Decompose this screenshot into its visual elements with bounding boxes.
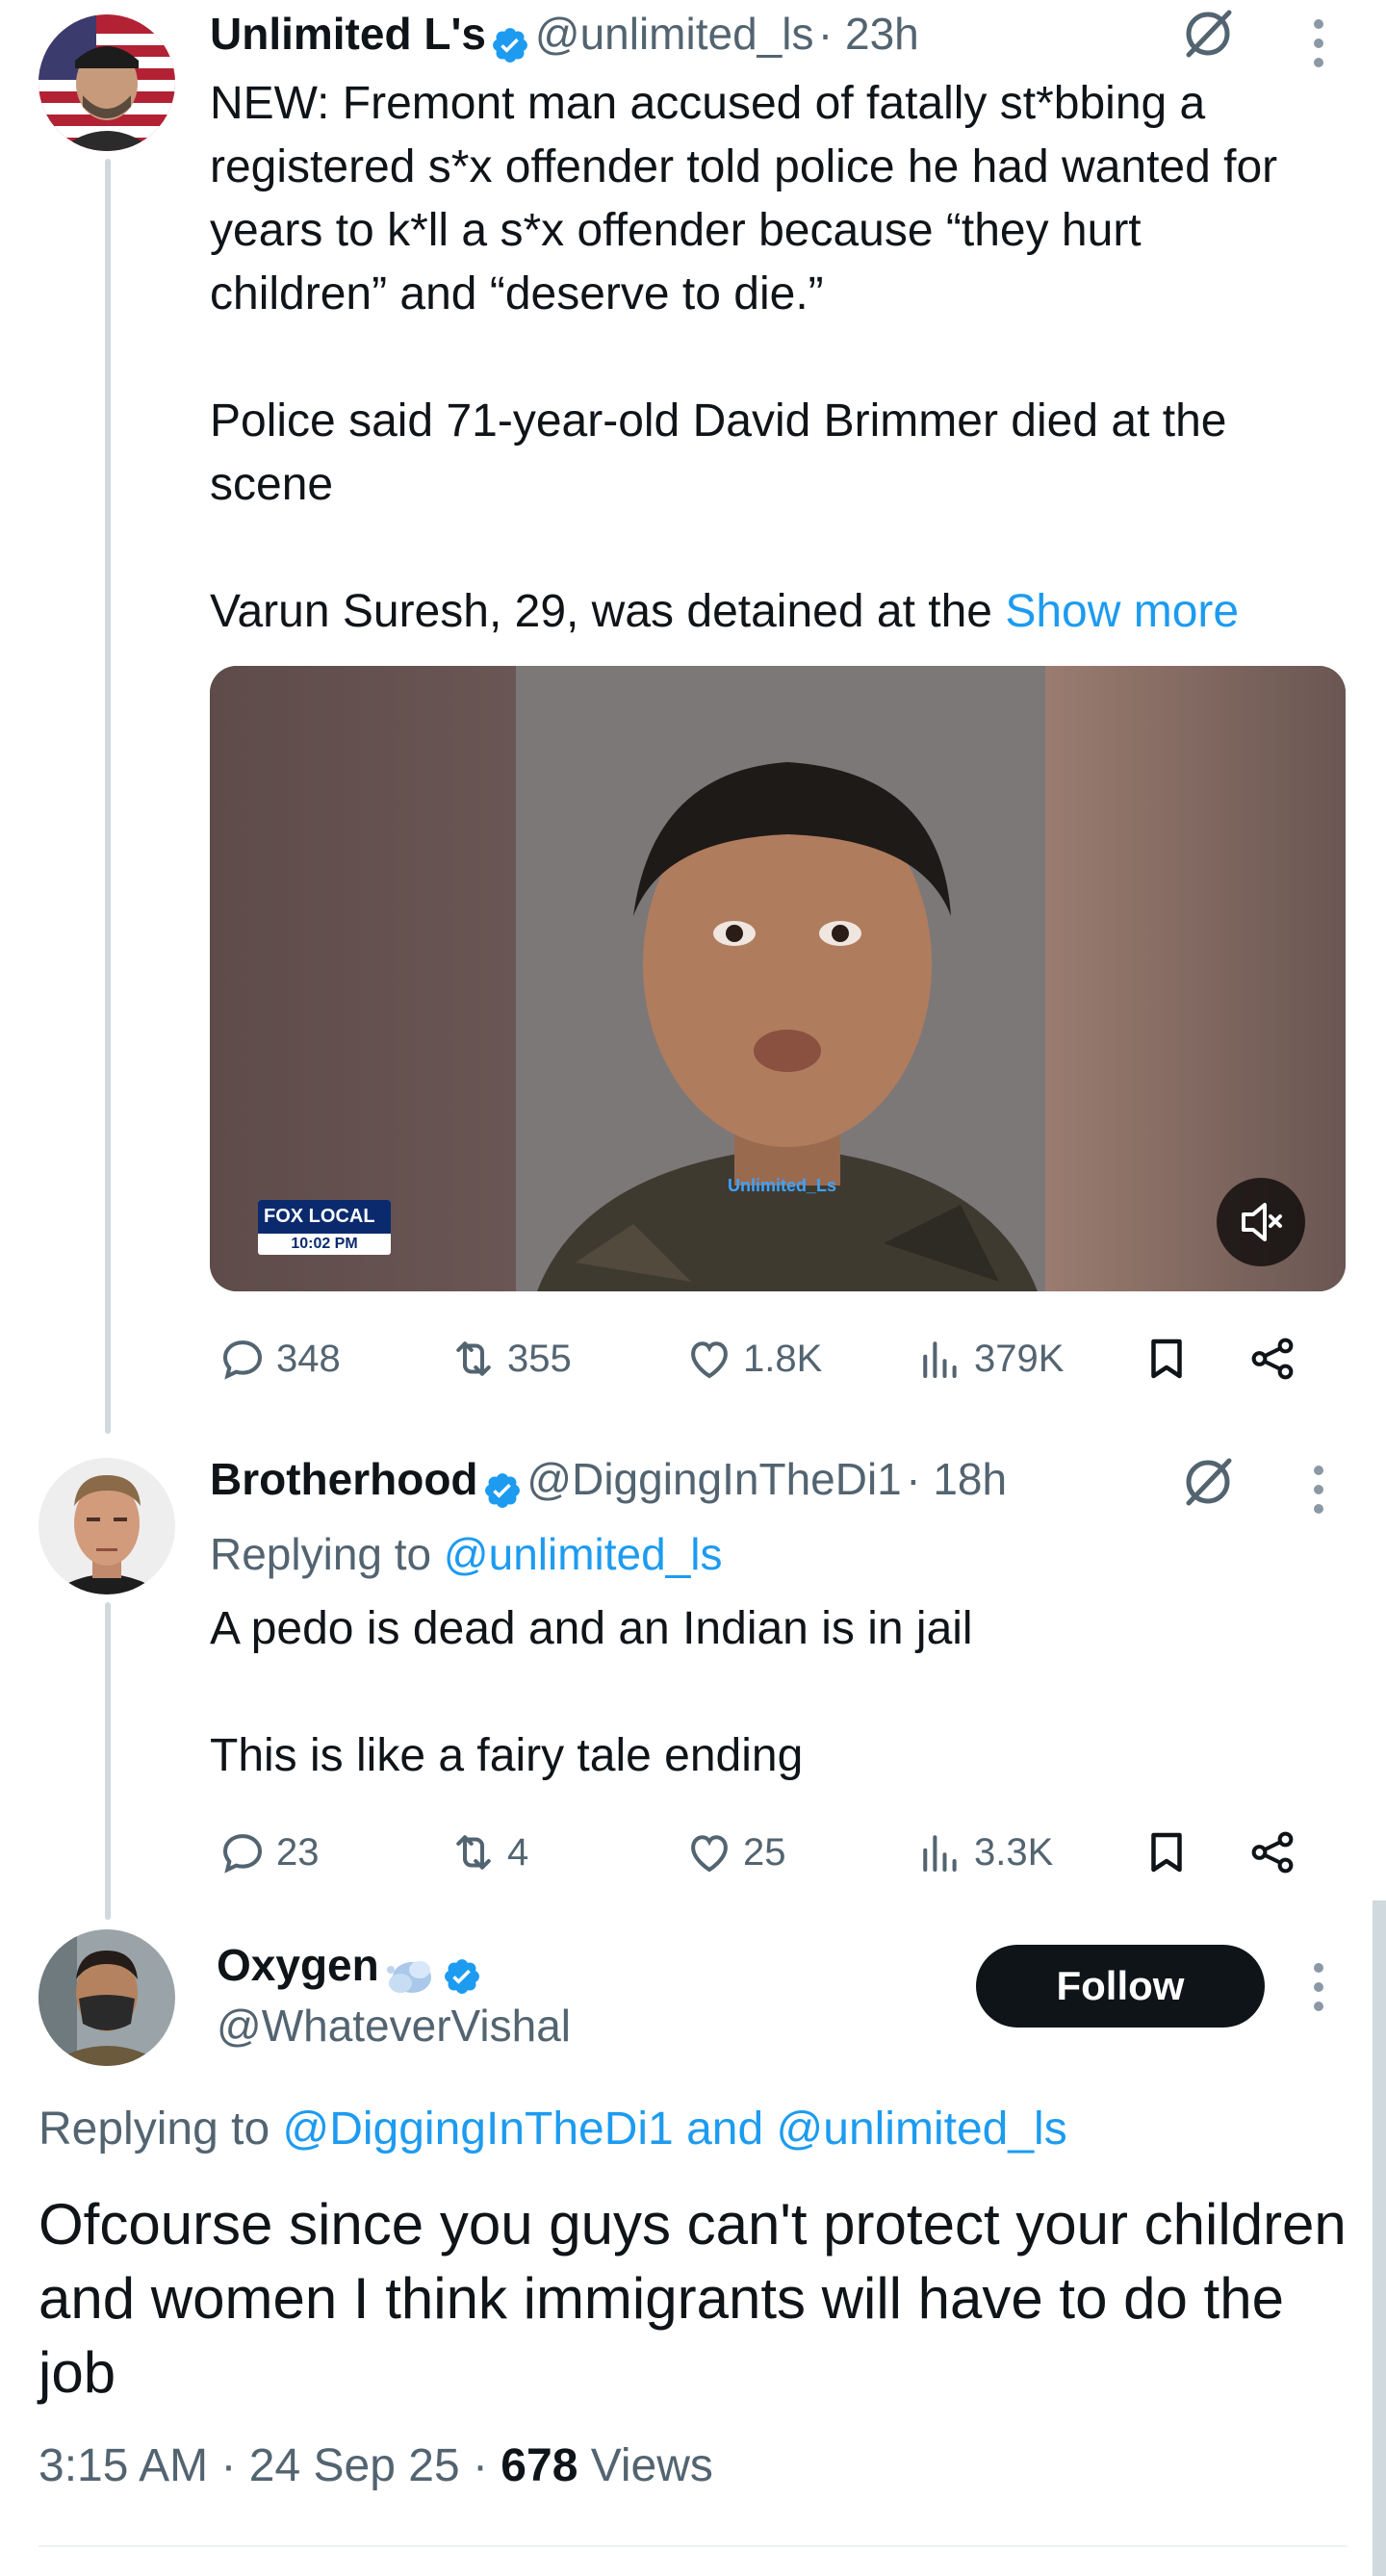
verified-badge-icon (485, 1472, 520, 1508)
reply-icon (222, 1340, 263, 1380)
bookmark-icon (1151, 1339, 1182, 1379)
replying-to-label: Replying to (38, 2104, 283, 2155)
divider (38, 2545, 1348, 2547)
tweet-metadata: 3:15 AM · 24 Sep 25 · 678 Views (38, 2439, 713, 2492)
replying-to-and: and (673, 2104, 777, 2155)
author-name[interactable]: Oxygen (217, 1940, 379, 1990)
more-options-icon[interactable] (1311, 1466, 1326, 1523)
share-button[interactable] (1246, 1333, 1298, 1385)
replying-to: Replying to @DiggingInTheDi1 and @unlimi… (38, 2103, 1067, 2155)
mute-button[interactable] (1217, 1178, 1305, 1266)
like-button[interactable]: 25 (683, 1826, 914, 1878)
share-icon (1251, 1831, 1294, 1874)
like-icon (691, 1341, 728, 1379)
replying-to: Replying to @unlimited_ls (210, 1528, 723, 1580)
tweet-text-truncated: Varun Suresh, 29, was detained at the Sh… (210, 580, 1317, 644)
bookmark-button[interactable] (1141, 1826, 1246, 1878)
grok-icon[interactable] (1179, 5, 1237, 63)
show-more-link[interactable]: Show more (1005, 586, 1239, 637)
repost-button[interactable]: 4 (448, 1826, 683, 1878)
author-handle[interactable]: @unlimited_ls (535, 9, 814, 59)
views-icon (923, 1835, 957, 1873)
thread-line (105, 159, 111, 1434)
verified-badge-icon (493, 27, 528, 63)
replying-to-link[interactable]: @unlimited_ls (777, 2104, 1067, 2155)
like-icon (691, 1835, 728, 1873)
views-label: Views (590, 2440, 713, 2491)
tweet-time[interactable]: · 23h (818, 9, 919, 59)
thread-line (105, 1602, 111, 1920)
tweet-text: Ofcourse since you guys can't protect yo… (38, 2192, 1347, 2405)
author-handle[interactable]: @DiggingInTheDi1 (526, 1454, 901, 1504)
grok-icon[interactable] (1179, 1453, 1237, 1511)
tweet-text: This is like a fairy tale ending (210, 1730, 804, 1781)
views-button[interactable]: 3.3K (914, 1826, 1141, 1878)
more-options-icon[interactable] (1311, 1963, 1326, 2021)
repost-count: 4 (507, 1830, 529, 1874)
avatar[interactable] (38, 1929, 175, 2066)
avatar[interactable] (38, 1458, 175, 1594)
bookmark-button[interactable] (1141, 1333, 1246, 1385)
reply-count: 23 (276, 1830, 320, 1874)
tweet-video[interactable]: FOX LOCAL 10:02 PM Unlimited_Ls (210, 666, 1346, 1291)
like-button[interactable]: 1.8K (683, 1333, 914, 1385)
network-logo-text: FOX LOCAL (258, 1200, 391, 1234)
network-logo: FOX LOCAL 10:02 PM (258, 1200, 391, 1255)
tweet-date: · 24 Sep 25 · (220, 2440, 488, 2491)
author-name[interactable]: Brotherhood (210, 1454, 478, 1504)
tweet-text-tail: Varun Suresh, 29, was detained at the (210, 586, 1006, 637)
repost-icon (456, 1341, 491, 1376)
view-count: 3.3K (974, 1830, 1054, 1874)
author-handle[interactable]: @WhateverVishal (217, 2000, 571, 2052)
like-count: 25 (743, 1830, 786, 1874)
network-timestamp: 10:02 PM (291, 1236, 358, 1252)
like-count: 1.8K (743, 1337, 823, 1380)
repost-icon (456, 1835, 491, 1870)
view-count: 678 (500, 2440, 578, 2491)
author-name[interactable]: Unlimited L's (210, 9, 486, 59)
tweet-text: A pedo is dead and an Indian is in jail (210, 1603, 973, 1654)
views-button[interactable]: 379K (914, 1333, 1141, 1385)
tweet-time[interactable]: 3:15 AM (38, 2440, 208, 2491)
repost-count: 355 (507, 1337, 572, 1380)
replying-to-link[interactable]: @DiggingInTheDi1 (282, 2104, 673, 2155)
cloud-emoji-icon (387, 1960, 432, 1993)
reply-button[interactable]: 348 (217, 1333, 448, 1385)
more-options-icon[interactable] (1311, 19, 1326, 77)
verified-badge-icon (444, 1958, 479, 1994)
volume-muted-icon (1242, 1203, 1282, 1241)
tweet-time[interactable]: · 18h (906, 1454, 1007, 1504)
reply-icon (222, 1834, 263, 1874)
share-icon (1251, 1338, 1294, 1380)
reply-count: 348 (276, 1337, 341, 1380)
repost-button[interactable]: 355 (448, 1333, 683, 1385)
avatar[interactable] (38, 14, 175, 151)
replying-to-label: Replying to (210, 1529, 444, 1579)
replying-to-link[interactable]: @unlimited_ls (444, 1529, 723, 1579)
follow-button[interactable]: Follow (976, 1945, 1265, 2028)
view-count: 379K (974, 1337, 1065, 1380)
tweet-text: NEW: Fremont man accused of fatally st*b… (210, 78, 1278, 319)
views-icon (923, 1341, 957, 1379)
reply-button[interactable]: 23 (217, 1826, 448, 1878)
watermark: Unlimited_Ls (728, 1176, 837, 1195)
bookmark-icon (1151, 1832, 1182, 1873)
tweet-text: Police said 71-year-old David Brimmer di… (210, 395, 1227, 510)
scrollbar[interactable] (1373, 1900, 1386, 2576)
share-button[interactable] (1246, 1826, 1298, 1878)
